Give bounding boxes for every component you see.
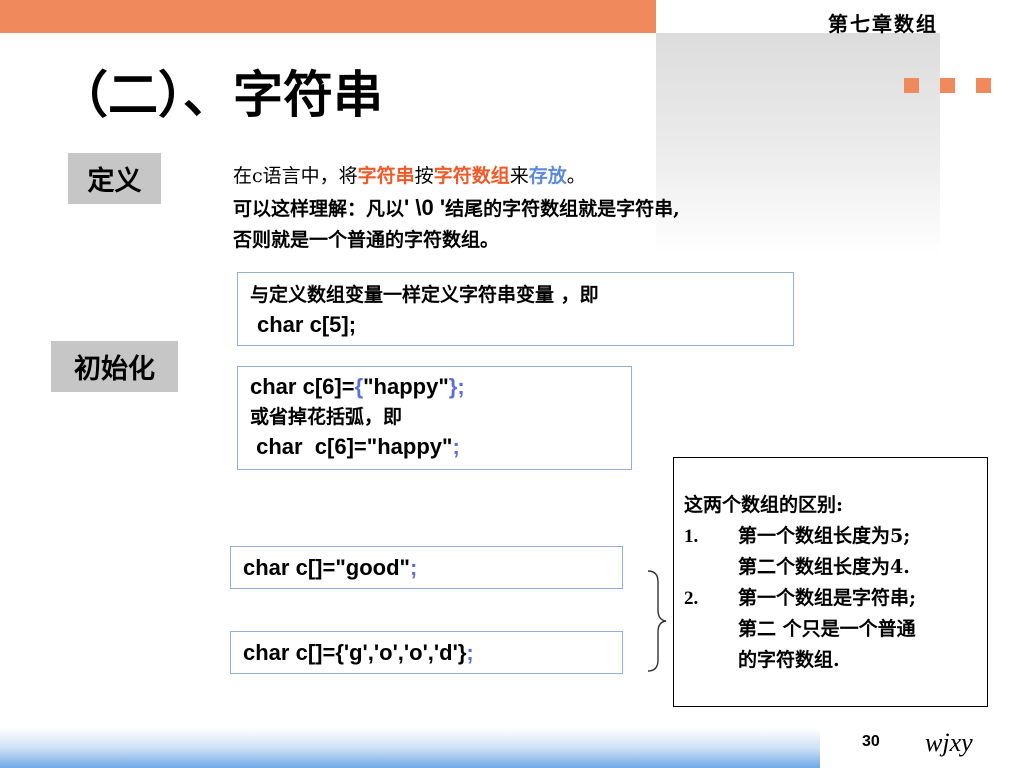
keyword-char-array: 字符数组 bbox=[433, 165, 510, 187]
item-text: 第二个数组长度为4. bbox=[738, 556, 910, 578]
item-text: 第一个数组是字符串; bbox=[738, 587, 917, 609]
square-icon bbox=[904, 78, 919, 93]
code-segment: char c[]={'g','o','o','d'} bbox=[243, 640, 467, 665]
definition-line-2: 可以这样理解：凡以' \0 '结尾的字符数组就是字符串, bbox=[233, 192, 680, 225]
definition-line-3: 否则就是一个普通的字符数组。 bbox=[233, 229, 500, 251]
text-segment: 来 bbox=[509, 165, 529, 187]
difference-heading: 这两个数组的区别: bbox=[684, 494, 844, 516]
difference-item-2-cont2: 的字符数组. bbox=[684, 645, 987, 676]
box2-code-line1: char c[6]={"happy"}; bbox=[250, 372, 631, 402]
declare-string-box: 与定义数组变量一样定义字符串变量 ，即 char c[5]; bbox=[237, 272, 794, 346]
page-number: 30 bbox=[862, 733, 880, 750]
footer-gradient-bar bbox=[0, 728, 820, 768]
logo-text: wjxy bbox=[925, 728, 973, 757]
code-segment: char c[6]= bbox=[250, 374, 355, 399]
difference-item-2: 2. 第一个数组是字符串; bbox=[684, 583, 987, 614]
difference-item-1-cont: 第二个数组长度为4. bbox=[684, 552, 987, 583]
definition-line-1: 在c语言中，将字符串按字符数组来存放。 bbox=[233, 161, 680, 192]
good-char-array-box: char c[]={'g','o','o','d'}; bbox=[230, 631, 623, 674]
item-text: 第一个数组长度为5; bbox=[738, 525, 911, 547]
semicolon: ; bbox=[466, 640, 474, 665]
box1-line1: 与定义数组变量一样定义字符串变量 ，即 bbox=[250, 284, 599, 306]
difference-item-2-cont: 第二 个只是一个普通 bbox=[684, 614, 987, 645]
init-string-box: char c[6]={"happy"}; 或省掉花括弧，即 char c[6]=… bbox=[237, 366, 632, 470]
null-terminator: ' \0 ' bbox=[404, 195, 446, 220]
item-text: 的字符数组. bbox=[738, 649, 840, 671]
text-segment: 按 bbox=[414, 165, 434, 187]
semicolon: ; bbox=[452, 434, 460, 459]
keyword-string: 字符串 bbox=[357, 165, 415, 187]
square-icon bbox=[940, 78, 955, 93]
initialization-tag: 初始化 bbox=[51, 341, 178, 392]
box2-text-line2: 或省掉花括弧，即 bbox=[250, 406, 403, 428]
good-string-box: char c[]="good"; bbox=[230, 546, 623, 589]
text-segment: 可以这样理解：凡以 bbox=[233, 198, 405, 220]
code-segment: "happy" bbox=[363, 374, 449, 399]
semicolon: ; bbox=[457, 374, 465, 399]
top-accent-bar bbox=[0, 0, 656, 33]
chapter-label: 第七章数组 bbox=[828, 12, 938, 36]
text-segment: 。 bbox=[566, 165, 586, 187]
semicolon: ; bbox=[409, 555, 418, 580]
difference-box: 这两个数组的区别: 1. 第一个数组长度为5; 第二个数组长度为4. 2. 第一个数… bbox=[673, 457, 988, 707]
item-text: 第二 个只是一个普通 bbox=[738, 618, 916, 640]
code-segment: char c[]="good" bbox=[243, 555, 410, 580]
text-segment: 结尾的字符数组就是字符串, bbox=[445, 198, 680, 220]
definition-tag: 定义 bbox=[68, 153, 161, 204]
text-segment: 在c语言中，将 bbox=[233, 165, 358, 187]
definition-text: 在c语言中，将字符串按字符数组来存放。 可以这样理解：凡以' \0 '结尾的字符… bbox=[233, 161, 680, 256]
code-segment: char c[6]="happy" bbox=[250, 434, 453, 459]
slide-title: （二）、字符串 bbox=[58, 66, 383, 124]
box2-code-line3: char c[6]="happy"; bbox=[250, 432, 631, 462]
keyword-store: 存放 bbox=[528, 165, 567, 187]
open-brace: { bbox=[354, 374, 364, 399]
header-gray-panel bbox=[656, 33, 940, 255]
item-number: 1. bbox=[684, 526, 699, 547]
right-brace-icon bbox=[647, 570, 667, 672]
item-number: 2. bbox=[684, 588, 699, 609]
box1-code: char c[5]; bbox=[257, 312, 357, 337]
square-icon bbox=[976, 78, 991, 93]
difference-item-1: 1. 第一个数组长度为5; bbox=[684, 521, 987, 552]
